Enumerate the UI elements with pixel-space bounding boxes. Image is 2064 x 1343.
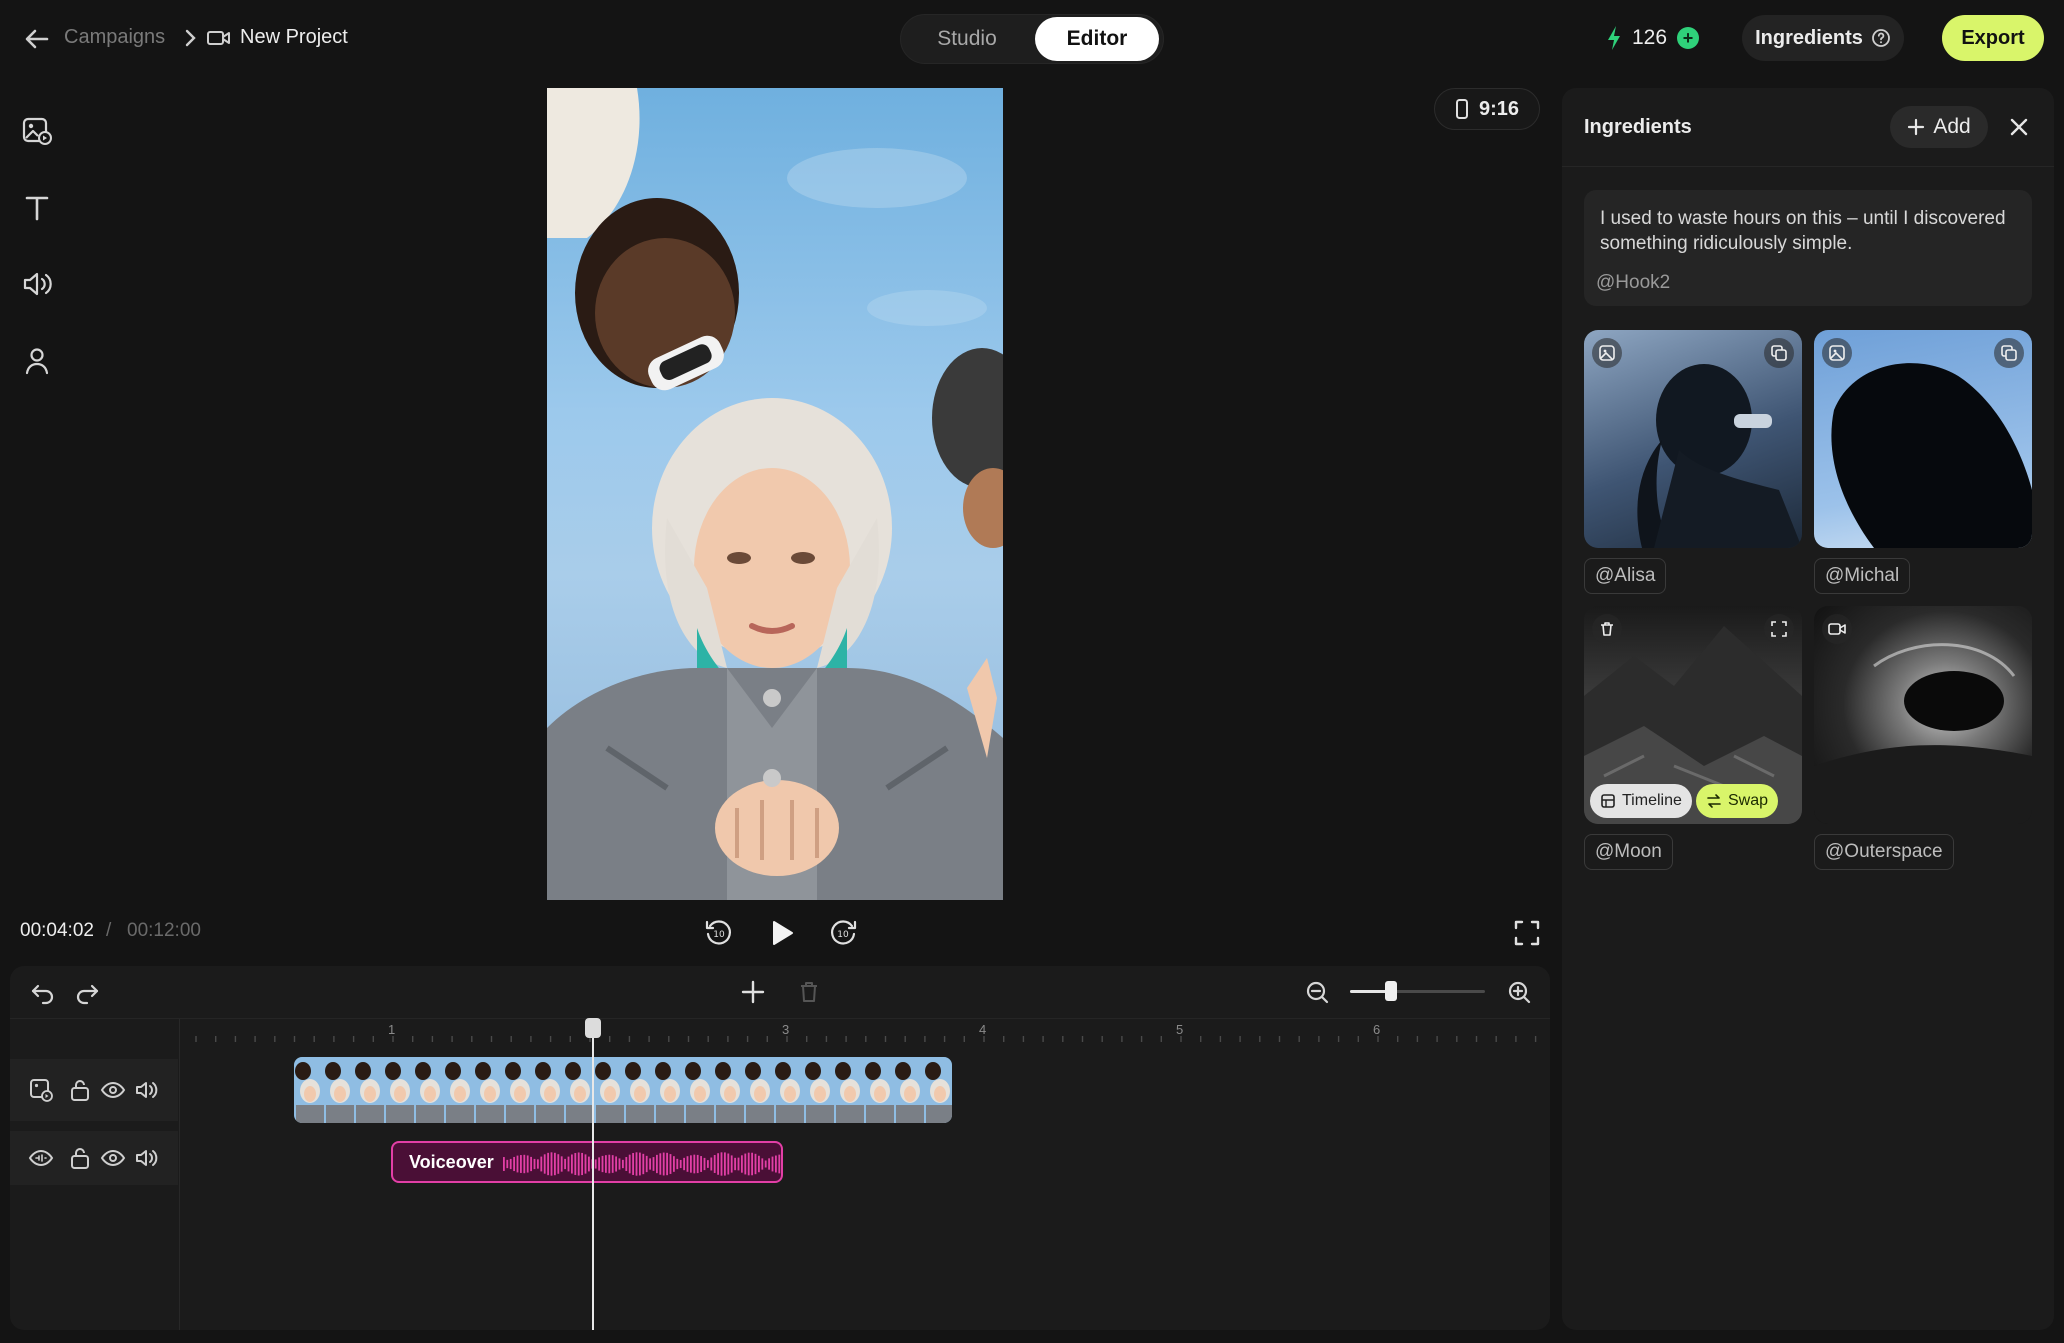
ruler-label-5: 5 bbox=[1176, 1022, 1184, 1037]
plus-icon bbox=[1907, 118, 1925, 136]
video-track-header bbox=[10, 1059, 178, 1121]
audio-tool-icon[interactable] bbox=[20, 267, 54, 301]
timeline-toolbar-divider bbox=[10, 1018, 1550, 1019]
duplicate-icon[interactable] bbox=[1764, 338, 1794, 368]
ingredient-thumb-alisa[interactable] bbox=[1584, 330, 1802, 548]
tab-editor[interactable]: Editor bbox=[1035, 17, 1159, 61]
swap-arrows-icon bbox=[1706, 793, 1722, 809]
phone-portrait-icon bbox=[1455, 98, 1469, 120]
video-track-lock-icon[interactable] bbox=[68, 1077, 92, 1103]
script-text: I used to waste hours on this – until I … bbox=[1600, 208, 2006, 254]
credits-counter: 126 + bbox=[1606, 20, 1700, 56]
add-credits-icon[interactable]: + bbox=[1677, 27, 1700, 49]
image-type-icon bbox=[1592, 338, 1622, 368]
video-track-visibility-icon[interactable] bbox=[100, 1077, 126, 1103]
ingredient-tag-michal[interactable]: @Michal bbox=[1814, 558, 1911, 594]
duplicate-icon[interactable] bbox=[1994, 338, 2024, 368]
video-preview[interactable] bbox=[547, 88, 1003, 900]
video-camera-icon bbox=[206, 28, 232, 48]
image-type-icon bbox=[1822, 338, 1852, 368]
video-type-icon bbox=[1822, 614, 1852, 644]
ingredient-thumb-outerspace[interactable] bbox=[1814, 606, 2032, 824]
playhead-handle[interactable] bbox=[585, 1018, 601, 1038]
zoom-out-icon[interactable] bbox=[1302, 977, 1332, 1007]
voice-track-audio-icon[interactable] bbox=[134, 1145, 160, 1171]
voice-track-type-icon bbox=[28, 1145, 54, 1171]
aspect-ratio-button[interactable]: 9:16 bbox=[1434, 88, 1540, 130]
ruler-label-4: 4 bbox=[979, 1022, 987, 1037]
credits-count: 126 bbox=[1632, 26, 1668, 49]
add-ingredient-button[interactable]: Add bbox=[1890, 106, 1988, 148]
timeline-icon bbox=[1600, 793, 1616, 809]
lightning-bolt-icon bbox=[1606, 25, 1622, 51]
text-tool-icon[interactable] bbox=[20, 191, 54, 225]
export-button[interactable]: Export bbox=[1942, 15, 2044, 61]
top-bar: Campaigns New Project Studio Editor 126 … bbox=[0, 0, 2064, 76]
svg-text:10: 10 bbox=[713, 930, 725, 940]
panel-header-divider bbox=[1562, 166, 2054, 167]
voiceover-clip[interactable]: Voiceover bbox=[391, 1141, 783, 1183]
add-clip-icon[interactable] bbox=[738, 977, 768, 1007]
ingredient-thumb-moon[interactable]: Timeline Swap bbox=[1584, 606, 1802, 824]
expand-icon[interactable] bbox=[1764, 614, 1794, 644]
script-tag: @Hook2 bbox=[1596, 272, 1671, 293]
ingredients-panel-title: Ingredients bbox=[1584, 116, 1692, 138]
playhead-line bbox=[592, 1018, 594, 1330]
mode-switch: Studio Editor bbox=[900, 14, 1164, 64]
voice-track-header bbox=[10, 1131, 178, 1185]
back-arrow-icon[interactable] bbox=[22, 24, 52, 54]
ingredient-thumb-michal[interactable] bbox=[1814, 330, 2032, 548]
redo-icon[interactable] bbox=[72, 978, 102, 1008]
ingredient-tag-outerspace[interactable]: @Outerspace bbox=[1814, 834, 1954, 870]
ruler-label-1: 1 bbox=[388, 1022, 396, 1037]
video-track-media-icon bbox=[28, 1077, 54, 1103]
breadcrumb-parent[interactable]: Campaigns bbox=[64, 26, 165, 49]
voiceover-clip-label: Voiceover bbox=[409, 1152, 494, 1172]
avatar-tool-icon[interactable] bbox=[20, 344, 54, 378]
script-ingredient-card[interactable]: I used to waste hours on this – until I … bbox=[1584, 190, 2032, 306]
total-time: 00:12:00 bbox=[127, 920, 201, 941]
zoom-slider-handle[interactable] bbox=[1385, 981, 1397, 1001]
delete-clip-icon[interactable] bbox=[794, 977, 824, 1007]
ruler-label-3: 3 bbox=[782, 1022, 790, 1037]
ingredients-button[interactable]: Ingredients bbox=[1742, 15, 1904, 61]
ingredients-button-label: Ingredients bbox=[1755, 26, 1863, 49]
breadcrumb-current: New Project bbox=[240, 26, 348, 48]
timeline-button-label: Timeline bbox=[1622, 792, 1682, 809]
video-track-audio-icon[interactable] bbox=[134, 1077, 160, 1103]
voice-track-lock-icon[interactable] bbox=[68, 1145, 92, 1171]
help-circle-icon bbox=[1871, 28, 1891, 48]
aspect-ratio-label: 9:16 bbox=[1478, 97, 1520, 120]
voice-track-visibility-icon[interactable] bbox=[100, 1145, 126, 1171]
zoom-in-icon[interactable] bbox=[1504, 977, 1534, 1007]
undo-icon[interactable] bbox=[28, 978, 58, 1008]
ruler-label-6: 6 bbox=[1373, 1022, 1381, 1037]
fullscreen-icon[interactable] bbox=[1510, 916, 1544, 950]
time-separator: / bbox=[106, 920, 112, 941]
close-panel-icon[interactable] bbox=[2004, 112, 2034, 142]
tab-studio[interactable]: Studio bbox=[905, 17, 1029, 61]
ingredient-tag-moon[interactable]: @Moon bbox=[1584, 834, 1673, 870]
chevron-right-icon bbox=[182, 27, 198, 49]
svg-text:10: 10 bbox=[837, 930, 849, 940]
add-to-timeline-button[interactable]: Timeline bbox=[1590, 784, 1692, 818]
forward-10-icon[interactable]: 10 bbox=[826, 916, 860, 950]
play-icon[interactable] bbox=[764, 916, 798, 950]
trash-icon[interactable] bbox=[1592, 614, 1622, 644]
add-ingredient-label: Add bbox=[1933, 115, 1971, 138]
current-time: 00:04:02 bbox=[20, 920, 94, 941]
media-tool-icon[interactable] bbox=[20, 114, 54, 148]
ingredient-tag-alisa[interactable]: @Alisa bbox=[1584, 558, 1667, 594]
video-clip[interactable] bbox=[294, 1057, 952, 1123]
swap-button[interactable]: Swap bbox=[1696, 784, 1779, 818]
swap-button-label: Swap bbox=[1728, 792, 1769, 809]
rewind-10-icon[interactable]: 10 bbox=[702, 916, 736, 950]
